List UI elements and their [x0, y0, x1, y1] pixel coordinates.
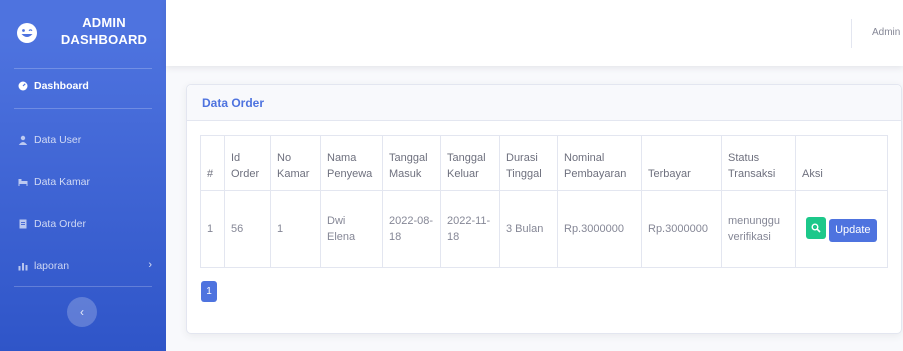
chevron-right-icon: ›: [148, 259, 152, 271]
brand-line-2: DASHBOARD: [60, 32, 148, 47]
card-title: Data Order: [202, 96, 265, 110]
column-header: No Kamar: [270, 135, 321, 191]
column-header: Id Order: [224, 135, 271, 191]
cell-tanggal-keluar: 2022-11-18: [440, 190, 500, 268]
cell-id-order: 56: [224, 190, 271, 268]
sidebar-toggle-button[interactable]: ‹: [67, 297, 97, 327]
brand-line-1: ADMIN: [82, 15, 126, 30]
cell-tanggal-masuk: 2022-08-18: [382, 190, 441, 268]
cell-no-kamar: 1: [270, 190, 321, 268]
table-row: 1 56 1 Dwi Elena 2022-08-18 2022-11-18 3…: [200, 190, 888, 268]
sidebar-item-label: laporan: [34, 260, 70, 272]
sidebar-item-data-user[interactable]: Data User: [0, 128, 166, 152]
column-header: Status Transaksi: [721, 135, 796, 191]
sidebar-item-laporan[interactable]: laporan ›: [0, 254, 166, 278]
column-header: Aksi: [795, 135, 888, 191]
cell-no: 1: [200, 190, 225, 268]
brand-title: ADMIN DASHBOARD: [48, 14, 160, 48]
sidebar-item-label: Data Kamar: [34, 176, 91, 188]
file-icon: [19, 219, 27, 229]
sidebar-item-dashboard[interactable]: Dashboard: [0, 74, 166, 98]
order-table: # Id Order No Kamar Nama Penyewa Tanggal…: [200, 135, 888, 268]
cell-nama-penyewa: Dwi Elena: [320, 190, 383, 268]
sidebar: ADMIN DASHBOARD Dashboard Data User Data…: [0, 0, 166, 351]
sidebar-item-data-kamar[interactable]: Data Kamar: [0, 170, 166, 194]
sidebar-divider: [14, 108, 152, 109]
laugh-wink-icon: [17, 23, 37, 43]
brand[interactable]: ADMIN DASHBOARD: [0, 0, 166, 66]
sidebar-item-label: Data User: [34, 134, 82, 146]
topbar-divider: [851, 19, 852, 48]
cell-status-transaksi: menunggu verifikasi: [721, 190, 796, 268]
cell-terbayar: Rp.3000000: [641, 190, 722, 268]
sidebar-item-label: Data Order: [34, 218, 86, 230]
column-header: Tanggal Keluar: [440, 135, 500, 191]
search-button[interactable]: [806, 217, 826, 239]
bed-icon: [18, 179, 28, 186]
card-header: Data Order: [187, 85, 901, 121]
cell-nominal-pembayaran: Rp.3000000: [557, 190, 642, 268]
search-icon: [811, 223, 821, 233]
tachometer-icon: [18, 81, 28, 91]
column-header: Durasi Tinggal: [499, 135, 558, 191]
cell-durasi-tinggal: 3 Bulan: [499, 190, 558, 268]
column-header: Nominal Pembayaran: [557, 135, 642, 191]
column-header: Terbayar: [641, 135, 722, 191]
user-menu[interactable]: Admin: [872, 27, 900, 38]
pagination-page-1[interactable]: 1: [201, 281, 217, 302]
update-button[interactable]: Update: [829, 219, 877, 242]
column-header: Nama Penyewa: [320, 135, 383, 191]
sidebar-item-data-order[interactable]: Data Order: [0, 212, 166, 236]
column-header: #: [200, 135, 225, 191]
column-header: Tanggal Masuk: [382, 135, 441, 191]
topbar: Admin: [166, 0, 903, 66]
sidebar-divider: [14, 286, 152, 287]
user-icon: [18, 135, 28, 145]
chevron-left-icon: ‹: [80, 305, 84, 319]
table-header-row: # Id Order No Kamar Nama Penyewa Tanggal…: [200, 135, 888, 191]
cell-aksi: Update: [795, 190, 888, 268]
sidebar-divider: [14, 68, 152, 69]
sidebar-item-label: Dashboard: [34, 80, 89, 92]
chart-icon: [18, 263, 28, 271]
